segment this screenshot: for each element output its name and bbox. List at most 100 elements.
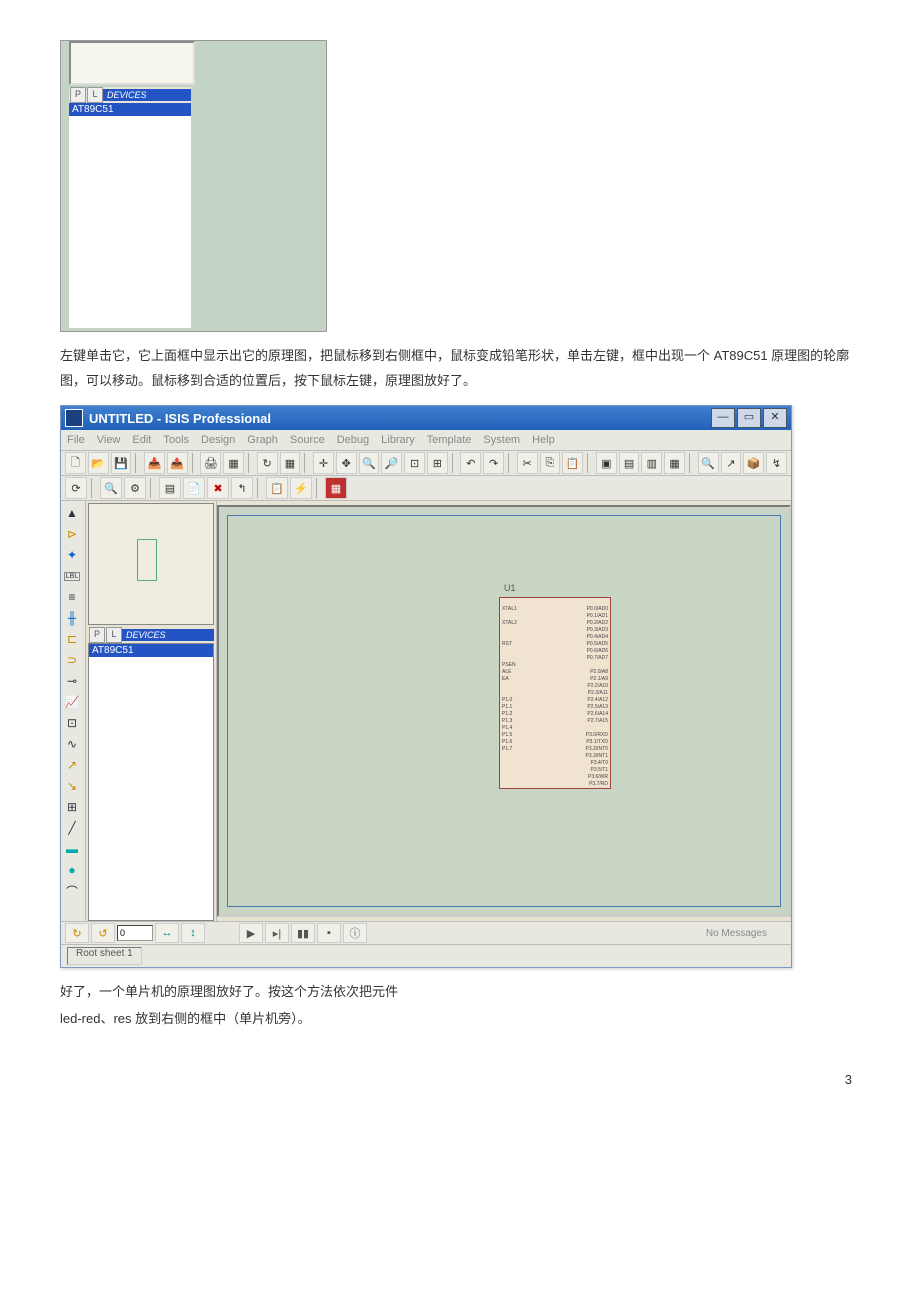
save-icon[interactable]: 💾 <box>111 452 132 474</box>
subcircuit-icon[interactable]: ⊏ <box>61 629 83 649</box>
zoom-all-icon[interactable]: ⊡ <box>404 452 425 474</box>
exit-to-parent-icon[interactable]: ↰ <box>231 477 253 499</box>
menu-design[interactable]: Design <box>201 434 235 446</box>
workspace: ▲ ⊳ ✦ LBL ≡ ╫ ⊏ ⊃ ⊸ 📈 ⊡ ∿ ↗ ↘ ⊞ ╱ ▬ ● ⌒ … <box>61 501 791 921</box>
terminal-icon[interactable]: ⊃ <box>61 650 83 670</box>
stop-icon[interactable]: ▪ <box>317 923 341 943</box>
generator-icon[interactable]: ∿ <box>61 734 83 754</box>
new-icon[interactable]: 🗋 <box>65 452 86 474</box>
export-icon[interactable]: 📤 <box>167 452 188 474</box>
wire-autoroute-icon[interactable]: ⟳ <box>65 477 87 499</box>
grid-icon[interactable]: ▦ <box>280 452 301 474</box>
current-probe-icon[interactable]: ↘ <box>61 776 83 796</box>
cut-icon[interactable]: ✂ <box>517 452 538 474</box>
2d-line-icon[interactable]: ╱ <box>61 818 83 838</box>
pause-icon[interactable]: ▮▮ <box>291 923 315 943</box>
p-button[interactable]: P <box>70 87 86 103</box>
new-sheet-icon[interactable]: 📄 <box>183 477 205 499</box>
print-icon[interactable]: 🖨 <box>200 452 221 474</box>
remove-sheet-icon[interactable]: ✖ <box>207 477 229 499</box>
maximize-button[interactable]: ▭ <box>737 408 761 428</box>
open-icon[interactable]: 📂 <box>88 452 109 474</box>
pan-icon[interactable]: ✥ <box>336 452 357 474</box>
zoom-out-icon[interactable]: 🔎 <box>381 452 402 474</box>
menu-system[interactable]: System <box>483 434 520 446</box>
2d-arc-icon[interactable]: ⌒ <box>61 881 83 901</box>
zoom-in-icon[interactable]: 🔍 <box>359 452 380 474</box>
menu-template[interactable]: Template <box>427 434 472 446</box>
search-icon[interactable]: 🔍 <box>100 477 122 499</box>
flip-v-icon[interactable]: ↕ <box>181 923 205 943</box>
graph-icon[interactable]: 📈 <box>61 692 83 712</box>
menu-file[interactable]: File <box>67 434 85 446</box>
menu-source[interactable]: Source <box>290 434 325 446</box>
device-pin-icon[interactable]: ⊸ <box>61 671 83 691</box>
rotate-ccw-icon[interactable]: ↺ <box>91 923 115 943</box>
redo-icon[interactable]: ↷ <box>483 452 504 474</box>
menu-edit[interactable]: Edit <box>132 434 151 446</box>
device-item-at89c51[interactable]: AT89C51 <box>89 644 213 657</box>
selection-mode-icon[interactable]: ▲ <box>61 503 83 523</box>
l-button[interactable]: L <box>106 627 122 643</box>
print-area-icon[interactable]: ▦ <box>223 452 244 474</box>
p-button[interactable]: P <box>89 627 105 643</box>
menu-view[interactable]: View <box>97 434 121 446</box>
packaging-icon[interactable]: 📦 <box>743 452 764 474</box>
pin-label <box>502 627 517 633</box>
text-script-icon[interactable]: ≡ <box>61 587 83 607</box>
play-icon[interactable]: ▶ <box>239 923 263 943</box>
2d-box-icon[interactable]: ▬ <box>61 839 83 859</box>
origin-icon[interactable]: ✛ <box>313 452 334 474</box>
virtual-instr-icon[interactable]: ⊞ <box>61 797 83 817</box>
paste-icon[interactable]: 📋 <box>562 452 583 474</box>
schematic-canvas[interactable]: U1 XTAL1XTAL2RSTPSENALEEAP1.0P1.1P1.2P1.… <box>217 505 791 917</box>
menu-library[interactable]: Library <box>381 434 415 446</box>
wire-label-icon[interactable]: LBL <box>61 566 83 586</box>
menu-help[interactable]: Help <box>532 434 555 446</box>
component-mode-icon[interactable]: ⊳ <box>61 524 83 544</box>
junction-icon[interactable]: ✦ <box>61 545 83 565</box>
device-list[interactable]: AT89C51 <box>69 103 191 328</box>
close-button[interactable]: ✕ <box>763 408 787 428</box>
design-explorer-icon[interactable]: ▤ <box>159 477 181 499</box>
pin-label: P1.2 <box>502 711 517 717</box>
electrical-check-icon[interactable]: ⚡ <box>290 477 312 499</box>
l-button[interactable]: L <box>87 87 103 103</box>
pin-label: P3.6/WR <box>585 774 608 780</box>
undo-icon[interactable]: ↶ <box>460 452 481 474</box>
2d-circle-icon[interactable]: ● <box>61 860 83 880</box>
pin-label: P0.4/AD4 <box>585 634 608 640</box>
bill-of-materials-icon[interactable]: 📋 <box>266 477 288 499</box>
block-delete-icon[interactable]: ▦ <box>664 452 685 474</box>
overview-window[interactable] <box>88 503 214 625</box>
device-list[interactable]: AT89C51 <box>88 643 214 921</box>
at89c51-component[interactable]: XTAL1XTAL2RSTPSENALEEAP1.0P1.1P1.2P1.3P1… <box>499 597 611 789</box>
angle-input[interactable] <box>117 925 153 941</box>
block-move-icon[interactable]: ▤ <box>619 452 640 474</box>
menu-graph[interactable]: Graph <box>247 434 278 446</box>
block-rotate-icon[interactable]: ▥ <box>641 452 662 474</box>
minimize-button[interactable]: — <box>711 408 735 428</box>
devices-label: DEVICES <box>103 89 191 101</box>
pick-icon[interactable]: 🔍 <box>698 452 719 474</box>
bus-icon[interactable]: ╫ <box>61 608 83 628</box>
copy-icon[interactable]: ⎘ <box>540 452 561 474</box>
refresh-icon[interactable]: ↻ <box>257 452 278 474</box>
netlist-ares-icon[interactable]: ▦ <box>325 477 347 499</box>
sim-log-icon[interactable]: ⓘ <box>343 923 367 943</box>
zoom-area-icon[interactable]: ⊞ <box>427 452 448 474</box>
block-copy-icon[interactable]: ▣ <box>596 452 617 474</box>
device-item-at89c51[interactable]: AT89C51 <box>69 103 191 116</box>
menu-tools[interactable]: Tools <box>163 434 189 446</box>
decompose-icon[interactable]: ↯ <box>766 452 787 474</box>
toolbar-2: ⟳ 🔍 ⚙ ▤ 📄 ✖ ↰ 📋 ⚡ ▦ <box>61 476 791 501</box>
menu-debug[interactable]: Debug <box>337 434 369 446</box>
rotate-cw-icon[interactable]: ↻ <box>65 923 89 943</box>
tape-icon[interactable]: ⊡ <box>61 713 83 733</box>
import-icon[interactable]: 📥 <box>144 452 165 474</box>
make-device-icon[interactable]: ↗ <box>721 452 742 474</box>
voltage-probe-icon[interactable]: ↗ <box>61 755 83 775</box>
step-icon[interactable]: ▸| <box>265 923 289 943</box>
flip-h-icon[interactable]: ↔ <box>155 923 179 943</box>
property-icon[interactable]: ⚙ <box>124 477 146 499</box>
